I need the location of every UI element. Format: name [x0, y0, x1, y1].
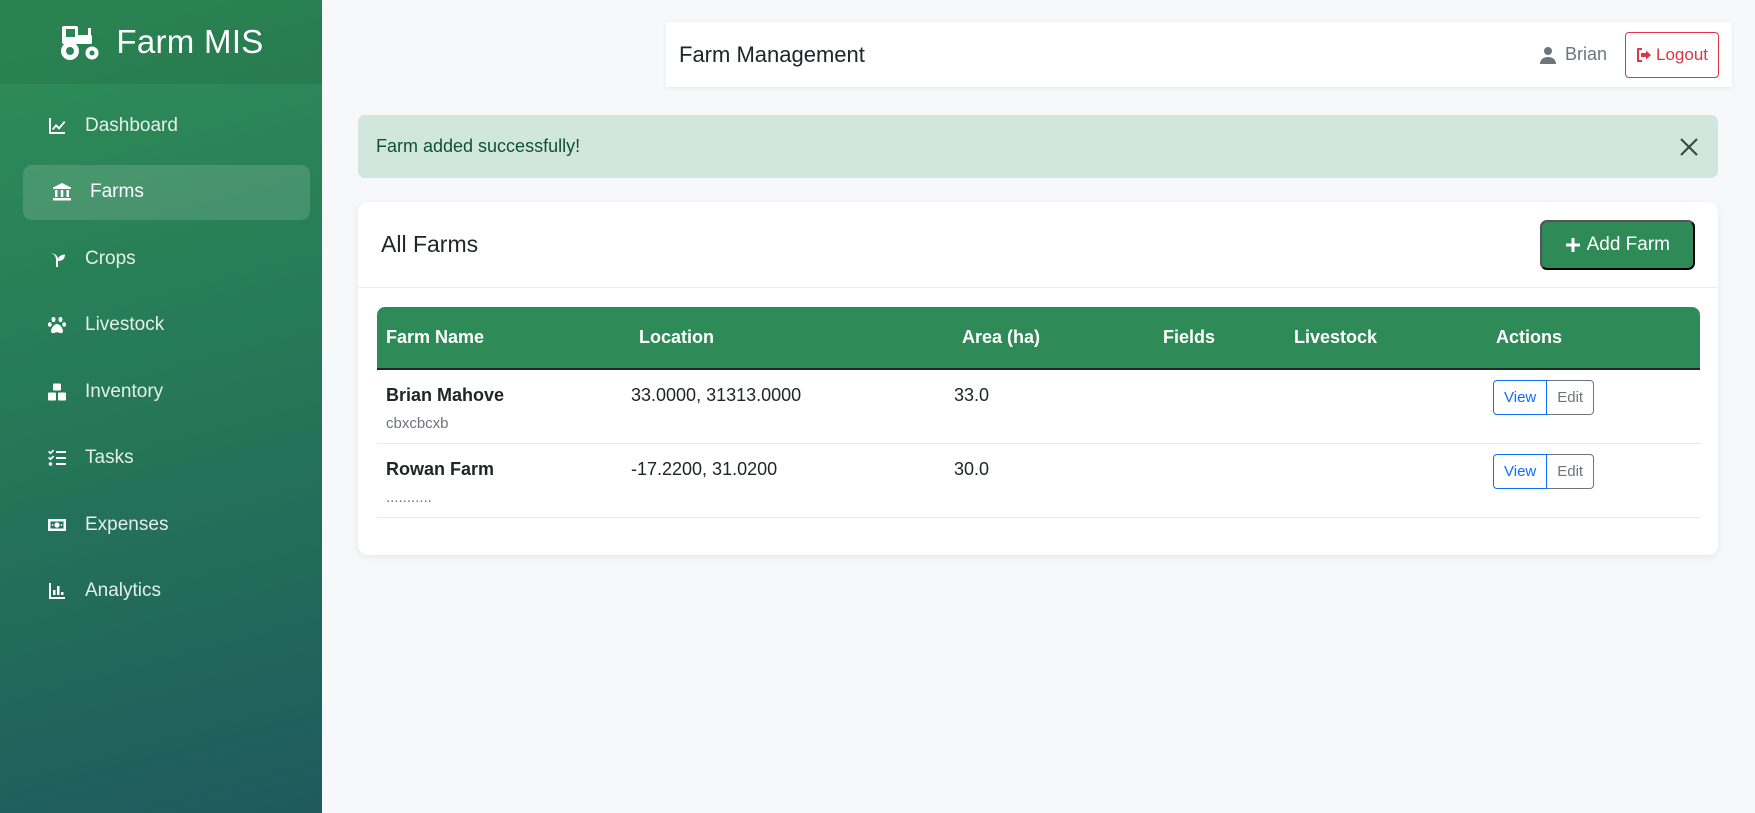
column-header: Fields [1163, 327, 1216, 347]
sidebar-item-inventory[interactable]: Inventory [23, 364, 310, 419]
sidebar-item-farms[interactable]: Farms [23, 164, 310, 220]
sidebar-item-crops[interactable]: Crops [23, 231, 310, 286]
add-farm-button[interactable]: Add Farm [1539, 219, 1695, 270]
sidebar-item-tasks[interactable]: Tasks [23, 431, 310, 486]
card-header: All Farms Add Farm [358, 202, 1718, 288]
chart-bar-icon [46, 580, 68, 602]
page-title: Farm Management [679, 41, 865, 67]
fields-cell [1146, 443, 1292, 517]
tractor-icon [58, 22, 102, 62]
location-cell: 33.0000, 31313.0000 [631, 385, 802, 405]
sidebar-item-label: Inventory [85, 380, 164, 402]
area-cell: 33.0 [954, 385, 990, 405]
user-name: Brian [1564, 44, 1607, 64]
farm-name-cell: Brian Mahove cbxcbcxb [377, 369, 622, 443]
action-buttons: View Edit [1493, 453, 1595, 489]
actions-cell: View Edit [1493, 443, 1700, 517]
column-header: Actions [1496, 327, 1563, 347]
card-title: All Farms [381, 231, 479, 257]
seedling-icon [46, 248, 68, 270]
logout-button[interactable]: Logout [1625, 31, 1719, 78]
sidebar-item-livestock[interactable]: Livestock [23, 298, 310, 353]
sidebar-item-label: Crops [85, 247, 136, 269]
sign-out-icon [1637, 47, 1651, 62]
table-row: Rowan Farm ........... -17.2200, 31.0200… [377, 443, 1700, 517]
farm-description: cbxcbcxb [386, 415, 449, 432]
edit-button[interactable]: Edit [1547, 380, 1595, 415]
column-header: Farm Name [386, 327, 485, 347]
user-icon [1539, 46, 1556, 64]
area-cell: 30.0 [954, 458, 990, 479]
sidebar-item-expenses[interactable]: Expenses [23, 497, 310, 552]
sidebar-item-label: Dashboard [85, 114, 178, 136]
farm-description: ........... [386, 488, 432, 506]
column-header: Location [639, 327, 714, 347]
farms-card: All Farms Add Farm Farm Name Location Ar… [358, 202, 1718, 555]
column-header: Area (ha) [962, 327, 1041, 347]
table-row: Brian Mahove cbxcbcxb 33.0000, 31313.000… [377, 369, 1700, 443]
livestock-cell [1292, 369, 1493, 443]
success-alert: Farm added successfully! [358, 115, 1718, 178]
money-bill-icon [46, 514, 68, 536]
sidebar-item-dashboard[interactable]: Dashboard [23, 98, 310, 153]
sidebar-item-label: Farms [90, 181, 144, 202]
plus-icon [1565, 237, 1580, 252]
action-buttons: View Edit [1493, 380, 1595, 415]
add-farm-label: Add Farm [1586, 233, 1670, 255]
edit-button[interactable]: Edit [1547, 453, 1595, 489]
farms-table: Farm Name Location Area (ha) Fields Live… [377, 307, 1700, 518]
sidebar-item-label: Expenses [85, 513, 169, 535]
list-check-icon [46, 447, 68, 469]
sidebar: Farm MIS Dashboard Farms Crops Livestock [0, 0, 322, 813]
close-icon[interactable] [1678, 136, 1700, 158]
livestock-cell [1292, 443, 1493, 517]
column-header: Livestock [1294, 327, 1378, 347]
logout-label: Logout [1656, 44, 1708, 64]
sidebar-nav: Dashboard Farms Crops Livestock Inventor… [0, 84, 322, 619]
view-button[interactable]: View [1493, 453, 1548, 489]
fields-cell [1146, 369, 1292, 443]
farm-name: Rowan Farm [386, 458, 495, 479]
sidebar-item-label: Analytics [85, 580, 162, 601]
farm-name-cell: Rowan Farm ........... [377, 443, 622, 517]
user-menu[interactable]: Brian [1539, 44, 1607, 65]
location-cell: -17.2200, 31.0200 [631, 458, 778, 479]
table-header-row: Farm Name Location Area (ha) Fields Live… [377, 307, 1700, 369]
boxes-icon [46, 381, 68, 403]
sidebar-item-label: Livestock [85, 314, 165, 335]
brand-title: Farm MIS [116, 23, 264, 60]
top-header: Farm Management Brian Logout [666, 22, 1732, 87]
actions-cell: View Edit [1493, 369, 1700, 443]
farm-name: Brian Mahove [386, 385, 505, 405]
alert-message: Farm added successfully! [376, 136, 581, 156]
paw-icon [46, 314, 68, 336]
brand[interactable]: Farm MIS [0, 0, 322, 84]
view-button[interactable]: View [1493, 380, 1548, 415]
sidebar-item-label: Tasks [85, 447, 134, 468]
building-columns-icon [51, 181, 73, 203]
chart-line-icon [46, 115, 68, 137]
sidebar-item-analytics[interactable]: Analytics [23, 564, 310, 619]
